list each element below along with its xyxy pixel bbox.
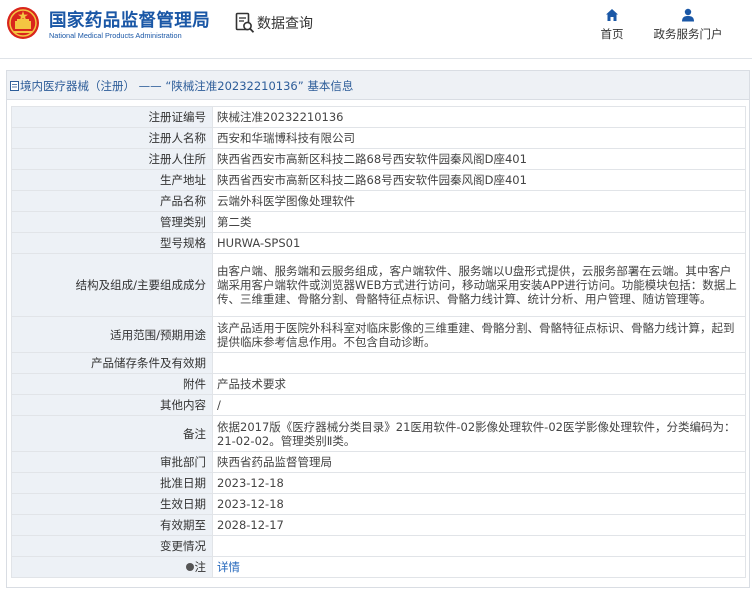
- table-row: 适用范围/预期用途 该产品适用于医院外科科室对临床影像的三维重建、骨骼分割、骨骼特…: [11, 316, 746, 353]
- table-row: 备注 依据2017版《医疗器械分类目录》21医用软件-02影像处理软件-02医学影…: [11, 415, 746, 452]
- breadcrumb-text: 境内医疗器械（注册） —— “陕械注准20232210136” 基本信息: [20, 78, 353, 94]
- table-row: 管理类别 第二类: [11, 211, 746, 233]
- field-label: 产品储存条件及有效期: [11, 352, 213, 374]
- table-row: 变更情况: [11, 535, 746, 557]
- user-icon: [682, 8, 694, 22]
- data-query-label: 数据查询: [257, 16, 313, 32]
- field-label-note: 注: [11, 556, 213, 578]
- field-label: 其他内容: [11, 394, 213, 416]
- table-row: 产品名称 云端外科医学图像处理软件: [11, 190, 746, 212]
- site-subtitle: National Medical Products Administration: [49, 31, 182, 40]
- field-label: 变更情况: [11, 535, 213, 557]
- field-value: /: [212, 394, 746, 416]
- table-row: 其他内容 /: [11, 394, 746, 416]
- field-value: 依据2017版《医疗器械分类目录》21医用软件-02影像处理软件-02医学影像处…: [212, 415, 746, 452]
- field-value: 陕械注准20232210136: [212, 106, 746, 128]
- table-row: 结构及组成/主要组成成分 由客户端、服务端和云服务组成，客户端软件、服务端以U盘形…: [11, 253, 746, 317]
- breadcrumb-separator: ——: [138, 79, 162, 93]
- field-value: 由客户端、服务端和云服务组成，客户端软件、服务端以U盘形式提供，云服务部署在云端…: [212, 253, 746, 317]
- field-label: 注册证编号: [11, 106, 213, 128]
- nav-service-portal[interactable]: 政务服务门户: [649, 8, 727, 42]
- field-label: 产品名称: [11, 190, 213, 212]
- field-value: 陕西省药品监督管理局: [212, 451, 746, 473]
- table-row: 注 详情: [11, 556, 746, 578]
- search-document-icon: [235, 12, 255, 33]
- field-value: 陕西省西安市高新区科技二路68号西安软件园秦风阁D座401: [212, 169, 746, 191]
- field-value: [212, 352, 746, 374]
- field-value: 该产品适用于医院外科科室对临床影像的三维重建、骨骼分割、骨骼特征点标识、骨骼力线…: [212, 316, 746, 353]
- field-value: [212, 535, 746, 557]
- field-value: 陕西省西安市高新区科技二路68号西安软件园秦风阁D座401: [212, 148, 746, 170]
- registration-info-table: 注册证编号 陕械注准20232210136 注册人名称 西安和华瑞博科技有限公司 注…: [11, 106, 746, 578]
- table-row: 审批部门 陕西省药品监督管理局: [11, 451, 746, 473]
- table-row: 生产地址 陕西省西安市高新区科技二路68号西安软件园秦风阁D座401: [11, 169, 746, 191]
- field-label: 生产地址: [11, 169, 213, 191]
- detail-panel: 境内医疗器械（注册） —— “陕械注准20232210136” 基本信息 注册证…: [6, 70, 750, 588]
- field-value: 西安和华瑞博科技有限公司: [212, 127, 746, 149]
- field-label: 生效日期: [11, 493, 213, 515]
- breadcrumb-category[interactable]: 境内医疗器械（注册）: [20, 79, 135, 93]
- field-label: 结构及组成/主要组成成分: [11, 253, 213, 317]
- field-label: 管理类别: [11, 211, 213, 233]
- field-value: 云端外科医学图像处理软件: [212, 190, 746, 212]
- field-value: 2028-12-17: [212, 514, 746, 536]
- note-label: 注: [194, 560, 207, 574]
- table-row: 有效期至 2028-12-17: [11, 514, 746, 536]
- document-icon: [10, 81, 19, 91]
- table-row: 生效日期 2023-12-18: [11, 493, 746, 515]
- field-label: 备注: [11, 415, 213, 452]
- nav-home[interactable]: 首页: [594, 8, 630, 42]
- header-divider: [0, 58, 752, 59]
- field-label: 审批部门: [11, 451, 213, 473]
- field-value: 详情: [212, 556, 746, 578]
- breadcrumb: 境内医疗器械（注册） —— “陕械注准20232210136” 基本信息: [7, 71, 749, 100]
- field-value: HURWA-SPS01: [212, 232, 746, 254]
- field-label: 注册人名称: [11, 127, 213, 149]
- table-row: 附件 产品技术要求: [11, 373, 746, 395]
- table-row: 批准日期 2023-12-18: [11, 472, 746, 494]
- field-label: 适用范围/预期用途: [11, 316, 213, 353]
- table-row: 产品储存条件及有效期: [11, 352, 746, 374]
- table-row: 注册人住所 陕西省西安市高新区科技二路68号西安软件园秦风阁D座401: [11, 148, 746, 170]
- details-link[interactable]: 详情: [217, 560, 240, 574]
- field-label: 附件: [11, 373, 213, 395]
- table-row: 注册人名称 西安和华瑞博科技有限公司: [11, 127, 746, 149]
- field-value: 第二类: [212, 211, 746, 233]
- field-value: 2023-12-18: [212, 493, 746, 515]
- table-row: 型号规格 HURWA-SPS01: [11, 232, 746, 254]
- nav-home-label: 首页: [600, 27, 624, 41]
- site-header: 国家药品监督管理局 National Medical Products Admi…: [0, 0, 752, 58]
- field-label: 型号规格: [11, 232, 213, 254]
- table-row: 注册证编号 陕械注准20232210136: [11, 106, 746, 128]
- field-value: 2023-12-18: [212, 472, 746, 494]
- home-icon: [606, 9, 618, 21]
- field-label: 有效期至: [11, 514, 213, 536]
- field-label: 注册人住所: [11, 148, 213, 170]
- breadcrumb-title: “陕械注准20232210136” 基本信息: [165, 79, 354, 93]
- field-label: 批准日期: [11, 472, 213, 494]
- national-emblem-icon[interactable]: [6, 6, 40, 40]
- nav-service-portal-label: 政务服务门户: [653, 27, 723, 41]
- site-title[interactable]: 国家药品监督管理局: [49, 7, 210, 32]
- field-value: 产品技术要求: [212, 373, 746, 395]
- pin-icon: [185, 562, 194, 571]
